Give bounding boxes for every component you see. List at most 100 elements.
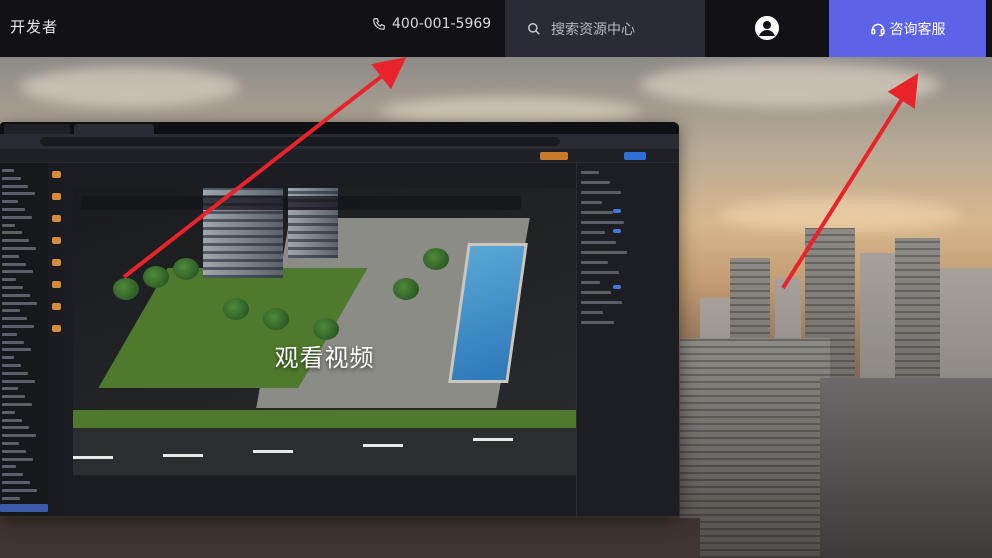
layer-row bbox=[2, 434, 36, 438]
property-row bbox=[581, 191, 621, 194]
brand-title[interactable]: 开发者 bbox=[10, 16, 58, 37]
top-nav-bar: 开发者 400-001-5969 搜索资源中心 咨询客服 bbox=[0, 0, 992, 57]
scene-tree bbox=[263, 308, 289, 330]
skyline-building bbox=[820, 378, 992, 558]
layer-row bbox=[2, 293, 30, 297]
layer-row bbox=[2, 278, 16, 282]
layer-row bbox=[2, 488, 37, 492]
phone-number: 400-001-5969 bbox=[392, 16, 492, 32]
scene-road-marking bbox=[363, 444, 403, 447]
phone-contact[interactable]: 400-001-5969 bbox=[372, 16, 491, 32]
property-row bbox=[581, 201, 602, 204]
browser-tab bbox=[74, 124, 154, 134]
scene-tree bbox=[313, 318, 339, 340]
layer-row bbox=[2, 176, 21, 180]
toggle-switch bbox=[613, 209, 621, 213]
layer-row bbox=[2, 457, 33, 461]
layer-row bbox=[2, 465, 16, 469]
tool-icon bbox=[52, 237, 61, 244]
scene-road-marking bbox=[473, 438, 513, 441]
layer-row bbox=[2, 317, 27, 321]
layer-row bbox=[2, 348, 31, 352]
layer-row bbox=[2, 418, 22, 422]
browser-tab bbox=[4, 124, 70, 134]
property-row bbox=[581, 281, 600, 284]
skyline-building bbox=[680, 338, 830, 558]
cloud bbox=[640, 62, 940, 107]
scene-tree bbox=[423, 248, 449, 270]
toggle-switch bbox=[613, 229, 621, 233]
property-row bbox=[581, 291, 611, 294]
layer-row bbox=[2, 395, 25, 399]
layer-row bbox=[2, 371, 28, 375]
consult-service-button[interactable]: 咨询客服 bbox=[829, 0, 986, 57]
editor-property-panel bbox=[576, 163, 679, 516]
layer-row bbox=[2, 301, 37, 305]
property-row bbox=[581, 301, 622, 304]
property-row bbox=[581, 231, 605, 234]
layer-row bbox=[2, 208, 25, 211]
user-avatar-icon[interactable] bbox=[755, 16, 779, 40]
layer-row bbox=[2, 200, 18, 204]
cloud bbox=[20, 67, 240, 107]
layer-row bbox=[2, 387, 18, 391]
layer-row bbox=[2, 442, 19, 445]
toggle-switch bbox=[613, 285, 621, 289]
layer-row bbox=[2, 247, 36, 250]
layer-row bbox=[2, 223, 15, 227]
layer-row bbox=[2, 184, 28, 188]
layer-row bbox=[2, 239, 29, 243]
scene-tree bbox=[173, 258, 199, 280]
scene-viewport: 观看视频 bbox=[73, 188, 576, 475]
layer-row bbox=[2, 325, 34, 328]
layer-row bbox=[2, 169, 14, 172]
layer-row bbox=[2, 356, 14, 360]
scene-tree bbox=[393, 278, 419, 300]
property-row bbox=[581, 221, 624, 224]
property-row bbox=[581, 171, 599, 174]
search-icon bbox=[528, 22, 540, 35]
scene-road-marking bbox=[73, 456, 113, 459]
layer-row bbox=[2, 215, 32, 219]
search-box[interactable]: 搜索资源中心 bbox=[505, 0, 705, 57]
layer-row bbox=[2, 410, 15, 414]
browser-address-bar bbox=[0, 134, 679, 149]
cloud bbox=[720, 197, 960, 232]
search-placeholder: 搜索资源中心 bbox=[551, 21, 635, 38]
scene-tree bbox=[223, 298, 249, 320]
layer-row bbox=[2, 262, 26, 266]
layer-row bbox=[2, 340, 24, 344]
watch-video-label[interactable]: 观看视频 bbox=[73, 338, 576, 373]
layer-row bbox=[2, 332, 17, 336]
tool-icon bbox=[52, 281, 61, 288]
layer-row bbox=[2, 426, 29, 430]
scene-tree bbox=[143, 266, 169, 288]
phone-icon bbox=[373, 18, 385, 30]
layer-row bbox=[2, 403, 32, 406]
layer-row bbox=[2, 254, 19, 258]
scene-grass bbox=[73, 410, 576, 428]
layer-row bbox=[2, 481, 30, 484]
layer-row bbox=[2, 379, 35, 383]
tool-icon bbox=[52, 303, 61, 310]
layer-row bbox=[2, 270, 33, 274]
scene-road-marking bbox=[163, 454, 203, 457]
layer-row bbox=[0, 504, 48, 513]
headset-icon bbox=[870, 23, 885, 36]
tool-icon bbox=[52, 215, 61, 222]
layer-row bbox=[2, 449, 26, 453]
editor-toolbar bbox=[0, 149, 679, 163]
property-row bbox=[581, 261, 608, 264]
tool-icon bbox=[52, 259, 61, 266]
layer-row bbox=[2, 192, 35, 196]
layer-row bbox=[2, 309, 20, 313]
editor-icon-column bbox=[48, 163, 66, 516]
property-row bbox=[581, 321, 614, 324]
tool-icon bbox=[52, 325, 61, 332]
layer-row bbox=[2, 473, 23, 477]
property-row bbox=[581, 181, 610, 184]
scene-tree bbox=[113, 278, 139, 300]
browser-tab-strip bbox=[0, 122, 679, 134]
property-row bbox=[581, 251, 627, 254]
layer-row bbox=[2, 286, 23, 289]
